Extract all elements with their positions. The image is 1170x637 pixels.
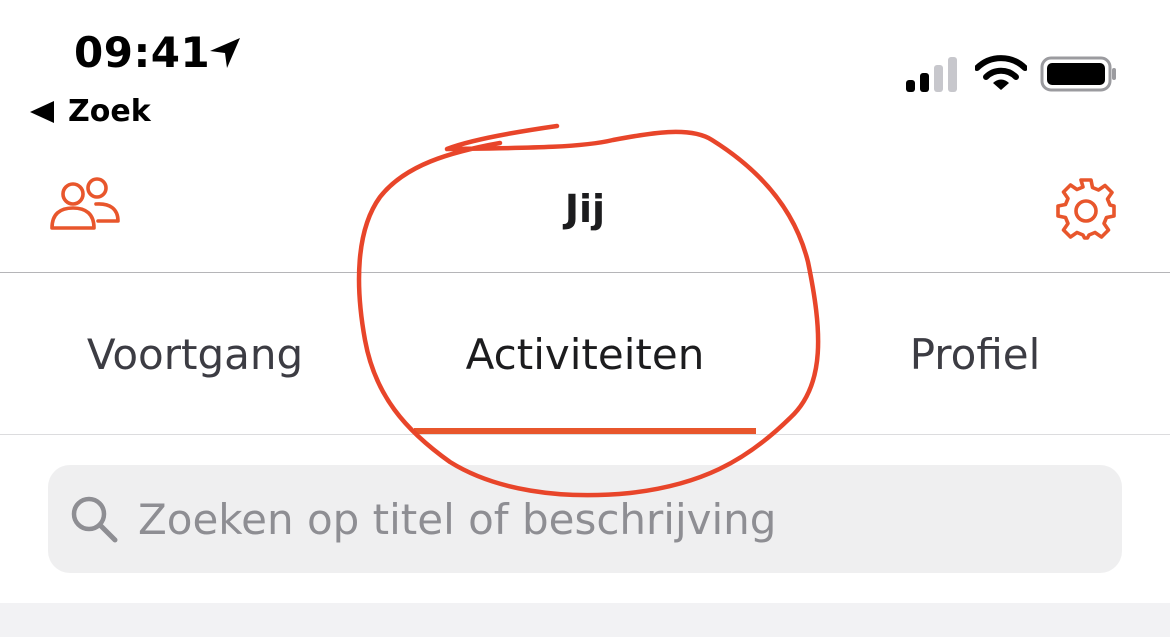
- search-placeholder: Zoeken op titel of beschrijving: [138, 494, 777, 544]
- wifi-icon: [975, 55, 1027, 90]
- search-icon: [71, 496, 118, 543]
- back-label: Zoek: [68, 94, 151, 129]
- cellular-signal-icon: [906, 57, 957, 92]
- status-time: 09:41: [74, 28, 211, 77]
- page-title: Jij: [564, 187, 606, 231]
- people-icon[interactable]: [48, 176, 122, 234]
- tabs-divider: [0, 434, 1170, 435]
- back-triangle-icon: [30, 101, 54, 123]
- content-background: [0, 603, 1170, 637]
- app-screen: 09:41 Zoek Jij Voortgang Activiteiten Pr…: [0, 0, 1170, 637]
- gear-icon[interactable]: [1054, 176, 1118, 240]
- tab-profiel[interactable]: Profiel: [860, 325, 1090, 385]
- tab-activiteiten[interactable]: Activiteiten: [415, 325, 755, 385]
- location-arrow-icon: [210, 38, 240, 68]
- battery-icon: [1040, 56, 1116, 92]
- header-divider: [0, 272, 1170, 273]
- back-button[interactable]: Zoek: [30, 94, 151, 130]
- search-input[interactable]: Zoeken op titel of beschrijving: [48, 465, 1122, 573]
- tab-voortgang[interactable]: Voortgang: [40, 325, 350, 385]
